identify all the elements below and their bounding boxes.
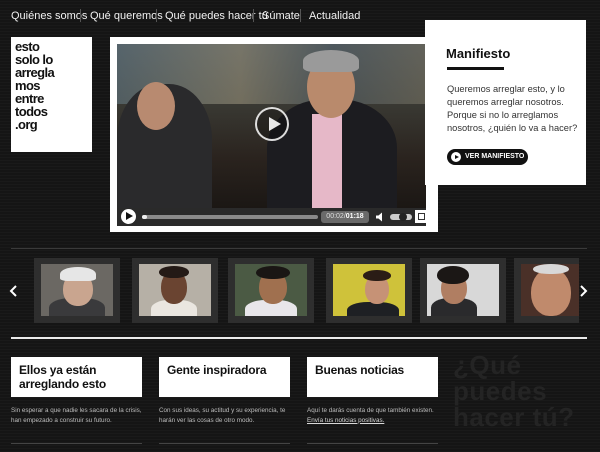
- card-divider: [159, 443, 290, 444]
- card-divider: [307, 443, 438, 444]
- ver-manifiesto-button[interactable]: VER MANIFIESTO: [447, 149, 528, 165]
- card-description: Aquí te darás cuenta de que también exis…: [307, 406, 447, 425]
- video-player: 00:02/01:18: [110, 37, 438, 232]
- video-shirt-center: [312, 114, 342, 208]
- carousel-thumb-2[interactable]: [132, 258, 218, 323]
- card-description: Con sus ideas, su actitud y su experienc…: [159, 406, 299, 425]
- card-divider: [11, 443, 142, 444]
- thumb-image: [333, 264, 405, 316]
- carousel-thumb-4[interactable]: [326, 258, 412, 323]
- video-controls: 00:02/01:18: [117, 208, 428, 226]
- video-hair-center: [303, 50, 359, 72]
- que-puedes-hacer-heading[interactable]: ¿Qué puedes hacer tú?: [453, 352, 593, 430]
- video-time: 00:02/01:18: [321, 211, 369, 223]
- thumb-image: [41, 264, 113, 316]
- nav-item-quienes-somos[interactable]: Quiénes somos: [11, 10, 87, 22]
- thumb-image: [235, 264, 307, 316]
- card-ellos-ya-estan[interactable]: Ellos ya están arreglando esto: [11, 357, 142, 397]
- carousel-thumb-3[interactable]: [228, 258, 314, 323]
- nav-separator: [253, 9, 254, 22]
- play-icon[interactable]: [121, 209, 136, 224]
- card-buenas-noticias[interactable]: Buenas noticias: [307, 357, 438, 397]
- card-title: Ellos ya están arreglando esto: [19, 363, 107, 391]
- manifesto-title: Manifiesto: [446, 46, 511, 61]
- video-face-left: [137, 82, 175, 130]
- card-title: Buenas noticias: [315, 363, 405, 377]
- manifesto-text: Queremos arreglar esto, y lo queremos ar…: [447, 84, 578, 133]
- nav-item-sumate[interactable]: Súmate: [262, 10, 300, 22]
- thumb-image: [427, 264, 499, 316]
- video-time-current: 00:02: [326, 213, 344, 220]
- video-time-total: 01:18: [345, 213, 364, 220]
- nav-item-actualidad[interactable]: Actualidad: [309, 10, 360, 22]
- card-description-text: Con sus ideas, su actitud y su experienc…: [159, 407, 286, 424]
- card-title: Gente inspiradora: [167, 363, 267, 377]
- video-carousel: [18, 258, 579, 323]
- card-description-text: Sin esperar a que nadie les sacara de la…: [11, 407, 142, 424]
- carousel-thumb-5[interactable]: [420, 258, 506, 323]
- arrow-right-icon: [451, 152, 461, 162]
- nav-separator: [156, 9, 157, 22]
- card-gente-inspiradora[interactable]: Gente inspiradora: [159, 357, 290, 397]
- video-seek-bar[interactable]: [142, 215, 318, 219]
- carousel-thumb-1[interactable]: [34, 258, 120, 323]
- nav-item-que-queremos[interactable]: Qué queremos: [90, 10, 163, 22]
- video-seek-progress: [142, 215, 148, 219]
- divider: [11, 248, 587, 249]
- fullscreen-icon[interactable]: [415, 210, 428, 223]
- nav-separator: [300, 9, 301, 22]
- ver-manifiesto-label: VER MANIFIESTO: [465, 153, 525, 160]
- card-description-text: Aquí te darás cuenta de que también exis…: [307, 407, 434, 414]
- manifesto-divider: [447, 67, 504, 70]
- volume-icon[interactable]: [376, 212, 386, 222]
- thumb-image: [521, 264, 579, 316]
- thumb-image: [139, 264, 211, 316]
- manifesto-panel: Manifiesto Queremos arreglar esto, y lo …: [425, 20, 586, 185]
- logo-text: esto solo lo arregla mos entre todos .or…: [15, 39, 55, 132]
- nav-separator: [80, 9, 81, 22]
- volume-slider[interactable]: [390, 213, 412, 221]
- section-divider: [11, 337, 587, 339]
- send-news-link[interactable]: Envía tus noticias positivas.: [307, 417, 384, 424]
- carousel-thumb-6[interactable]: [514, 258, 579, 323]
- video-play-overlay-button[interactable]: [255, 107, 289, 141]
- card-description: Sin esperar a que nadie les sacara de la…: [11, 406, 151, 425]
- video-frame-image[interactable]: [117, 44, 426, 208]
- site-logo[interactable]: esto solo lo arregla mos entre todos .or…: [11, 37, 92, 152]
